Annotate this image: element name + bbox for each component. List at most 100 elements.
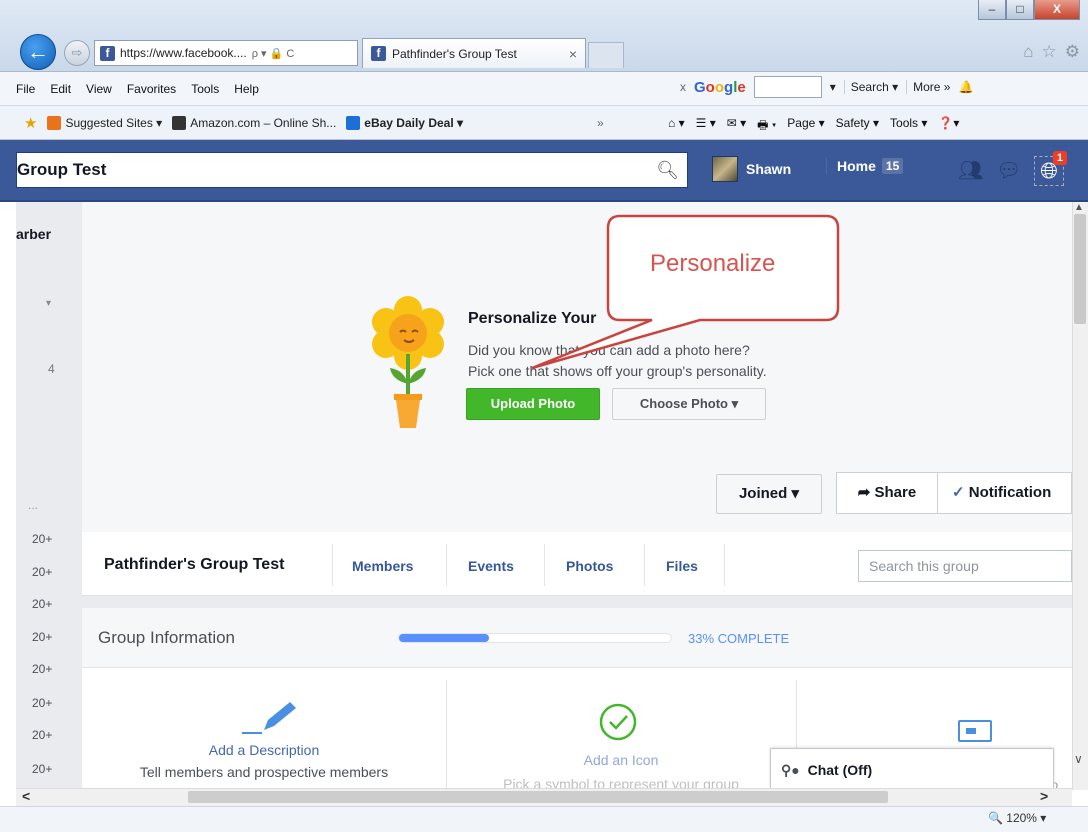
back-button[interactable]: ← bbox=[20, 34, 56, 70]
user-name: Shawn bbox=[746, 161, 792, 177]
menu-tools[interactable]: Tools bbox=[191, 82, 219, 96]
fav-amazon[interactable]: Amazon.com – Online Sh... bbox=[172, 116, 336, 131]
zoom-level[interactable]: 🔍 120% ▾ bbox=[988, 811, 1046, 825]
cmd-tools[interactable]: Tools ▾ bbox=[890, 116, 927, 137]
google-toolbar: x Google ▾ Search ▾ More » 🔔 bbox=[680, 76, 973, 98]
nav-divider bbox=[332, 544, 333, 586]
fav-ebay[interactable]: eBay Daily Deal ▾ bbox=[346, 116, 463, 131]
nav-divider bbox=[544, 544, 545, 586]
command-bar: ⌂ ▾ ☰ ▾ ✉ ▾ 🖶 ▾ Page ▾ Safety ▾ Tools ▾ … bbox=[668, 116, 959, 137]
left-count-badge: 20+ bbox=[32, 762, 53, 776]
group-title[interactable]: Pathfinder's Group Test bbox=[104, 556, 284, 574]
facebook-search-value: Group Test bbox=[17, 160, 107, 179]
messages-icon[interactable]: 💬︎ bbox=[996, 159, 1021, 183]
cmd-page[interactable]: Page ▾ bbox=[787, 116, 824, 137]
checkmark-icon: ✓ bbox=[952, 484, 969, 501]
favorites-star-icon[interactable]: ☆ bbox=[1042, 42, 1057, 62]
favorites-star-icon[interactable]: ★ bbox=[24, 114, 37, 132]
callout-text: Personalize bbox=[650, 250, 776, 277]
tab-files[interactable]: Files bbox=[666, 558, 698, 574]
search-icon[interactable]: 🔍︎ bbox=[656, 160, 679, 181]
tab-photos[interactable]: Photos bbox=[566, 558, 613, 574]
scroll-left-arrow[interactable]: < bbox=[22, 788, 30, 804]
new-tab-button[interactable] bbox=[588, 42, 624, 68]
notifications-globe-icon[interactable]: 🌐︎ 1 bbox=[1034, 151, 1067, 186]
google-dropdown[interactable]: ▾ bbox=[830, 80, 836, 94]
friend-requests-icon[interactable]: 👥︎ bbox=[958, 159, 983, 183]
facebook-favicon: f bbox=[371, 46, 386, 61]
left-count-badge: 20+ bbox=[32, 662, 53, 676]
tab-close-icon[interactable]: × bbox=[569, 46, 577, 62]
scroll-right-arrow[interactable]: > bbox=[1040, 788, 1048, 804]
chat-sidebar-toggle[interactable]: ⚲● Chat (Off) bbox=[770, 748, 1054, 788]
google-toolbar-close[interactable]: x bbox=[680, 80, 686, 94]
menu-help[interactable]: Help bbox=[234, 82, 259, 96]
share-button[interactable]: ➦ Share bbox=[836, 472, 938, 514]
home-count-badge: 15 bbox=[881, 158, 904, 174]
home-link[interactable]: Home 15 bbox=[826, 158, 904, 174]
tab-title: Pathfinder's Group Test bbox=[392, 46, 517, 61]
bell-icon[interactable]: 🔔 bbox=[958, 80, 973, 94]
scroll-down-arrow[interactable]: ∨ bbox=[1074, 752, 1083, 766]
tab-members[interactable]: Members bbox=[352, 558, 413, 574]
facebook-favicon: f bbox=[100, 45, 115, 61]
progress-label: 33% COMPLETE bbox=[688, 631, 790, 646]
cmd-home[interactable]: ⌂ ▾ bbox=[668, 116, 685, 137]
home-icon[interactable]: ⌂ bbox=[1023, 42, 1033, 62]
cmd-feeds[interactable]: ☰ ▾ bbox=[696, 116, 716, 137]
minimize-button[interactable]: – bbox=[978, 0, 1006, 20]
window-controls: – □ X bbox=[978, 0, 1080, 22]
close-window-button[interactable]: X bbox=[1034, 0, 1080, 20]
status-bar bbox=[0, 806, 1088, 832]
address-controls[interactable]: ρ ▾ 🔒 C bbox=[252, 47, 295, 60]
google-logo: Google bbox=[694, 78, 746, 96]
menu-edit[interactable]: Edit bbox=[50, 82, 71, 96]
google-search-button[interactable]: Search ▾ bbox=[843, 80, 898, 94]
group-info-title: Group Information bbox=[98, 628, 236, 647]
avatar bbox=[712, 156, 738, 182]
left-count-badge: 20+ bbox=[32, 728, 53, 742]
cmd-mail[interactable]: ✉ ▾ bbox=[727, 116, 746, 137]
add-icon-link[interactable]: Add an Icon bbox=[446, 752, 796, 768]
nav-divider bbox=[644, 544, 645, 586]
cmd-help[interactable]: ❓▾ bbox=[938, 116, 959, 137]
fav-suggested-sites[interactable]: Suggested Sites ▾ bbox=[47, 116, 162, 131]
menu-view[interactable]: View bbox=[86, 82, 112, 96]
notifications-button[interactable]: ✓ Notification bbox=[938, 472, 1072, 514]
joined-button[interactable]: Joined ▾ bbox=[716, 474, 822, 514]
cmd-safety[interactable]: Safety ▾ bbox=[836, 116, 879, 137]
left-count-badge: 20+ bbox=[32, 532, 53, 546]
address-url: https://www.facebook.... bbox=[120, 46, 247, 60]
share-arrow-icon: ➦ bbox=[857, 484, 875, 501]
group-search-input[interactable]: Search this group bbox=[858, 550, 1072, 582]
forward-button[interactable]: ⇨ bbox=[64, 40, 90, 66]
left-dropdown-caret[interactable]: ▾ bbox=[46, 298, 51, 309]
choose-photo-button[interactable]: Choose Photo ▾ bbox=[612, 388, 766, 420]
settings-gear-icon[interactable]: ⚙ bbox=[1065, 42, 1080, 62]
facebook-search-bar[interactable]: Group Test 🔍︎ bbox=[16, 152, 688, 188]
left-more[interactable]: ... bbox=[28, 498, 38, 512]
upload-photo-button[interactable]: Upload Photo bbox=[466, 388, 600, 420]
home-label: Home bbox=[837, 158, 876, 174]
vertical-scroll-thumb[interactable] bbox=[1074, 214, 1086, 324]
tab-events[interactable]: Events bbox=[468, 558, 514, 574]
scroll-up-arrow[interactable]: ▲ bbox=[1074, 202, 1084, 213]
progress-fill bbox=[399, 634, 489, 642]
cmd-print[interactable]: 🖶 ▾ bbox=[757, 116, 776, 137]
profile-link[interactable]: Shawn bbox=[712, 156, 791, 182]
horizontal-scroll-thumb[interactable] bbox=[188, 791, 888, 803]
browser-tab[interactable]: f Pathfinder's Group Test × bbox=[362, 38, 586, 68]
callout-bubble bbox=[531, 214, 840, 370]
google-search-input[interactable] bbox=[753, 76, 822, 98]
check-circle-icon bbox=[599, 703, 637, 741]
maximize-button[interactable]: □ bbox=[1006, 0, 1034, 20]
menu-favorites[interactable]: Favorites bbox=[127, 82, 176, 96]
left-name-fragment: arber bbox=[16, 226, 52, 242]
add-description-link[interactable]: Add a Description bbox=[82, 742, 446, 758]
address-bar[interactable]: f https://www.facebook.... ρ ▾ 🔒 C bbox=[94, 40, 358, 66]
menu-file[interactable]: File bbox=[16, 82, 35, 96]
google-more-button[interactable]: More » bbox=[906, 80, 950, 94]
add-description-text: Tell members and prospective members bbox=[139, 764, 389, 780]
flower-pot-icon bbox=[372, 296, 444, 428]
fav-overflow-chevron[interactable]: » bbox=[597, 116, 604, 130]
